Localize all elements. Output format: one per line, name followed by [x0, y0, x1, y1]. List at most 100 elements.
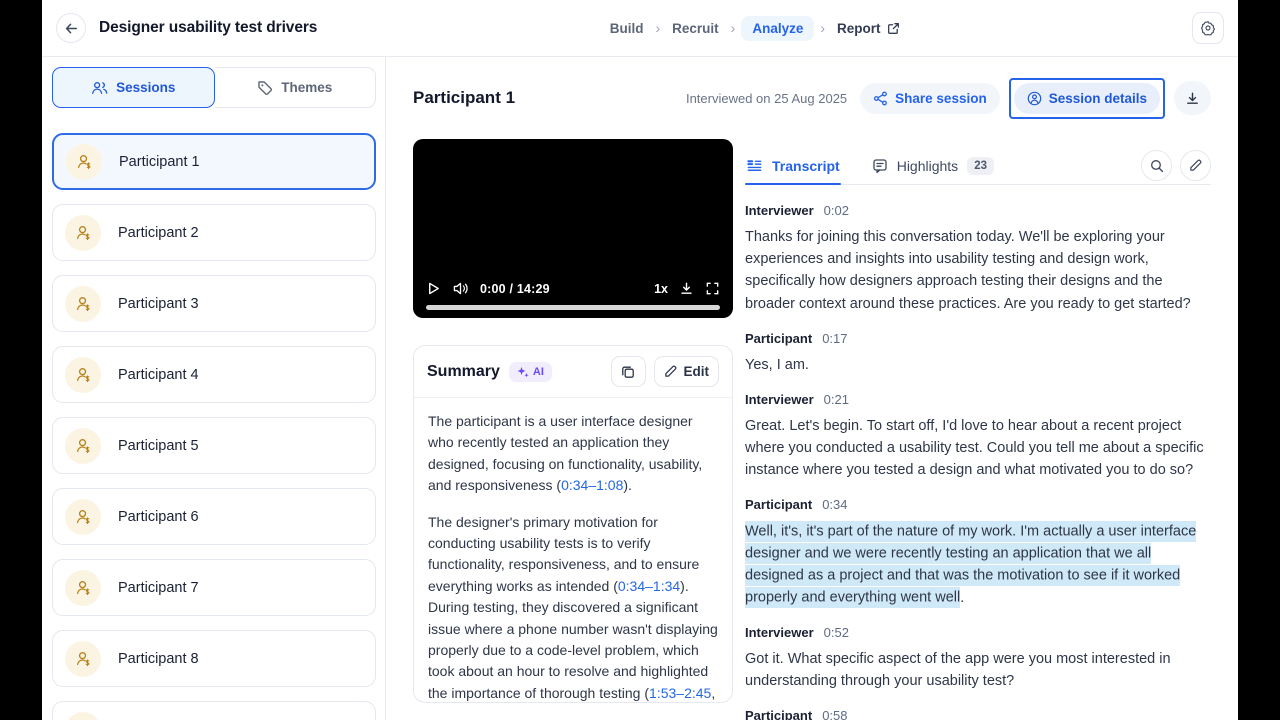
transcript-body: Interviewer 0:02 Thanks for joining this c… [745, 185, 1211, 720]
tab-transcript-label: Transcript [772, 157, 840, 174]
participant-dollar-icon [77, 155, 90, 170]
video-time: 0:00 / 14:29 [480, 281, 550, 296]
speaker-name: Participant [745, 330, 813, 346]
play-icon [429, 282, 439, 295]
session-item-participant-8[interactable]: Participant 8 [52, 630, 376, 687]
participant-avatar-icon [65, 569, 101, 606]
entry-timestamp[interactable]: 0:52 [824, 625, 849, 640]
transcript-entry: Participant 0:17 Yes, I am. [745, 331, 1211, 376]
transcript-entry-text[interactable]: Got it. What specific aspect of the app … [745, 648, 1211, 692]
session-item-participant-6[interactable]: Participant 6 [52, 488, 376, 545]
text-segment: , [711, 684, 716, 701]
speaker-name: Interviewer [745, 203, 814, 218]
session-item-participant-5[interactable]: Participant 5 [52, 417, 376, 474]
chevron-right-icon: › [730, 20, 736, 36]
sparkle-icon [517, 366, 529, 377]
people-icon [92, 81, 108, 94]
participant-name: Participant 7 [118, 579, 199, 596]
share-session-button[interactable]: Share session [860, 82, 1000, 114]
share-session-label: Share session [895, 90, 987, 106]
summary-paragraph: The participant is a user interface desi… [428, 411, 718, 497]
tab-highlights[interactable]: Highlights 23 [871, 147, 995, 184]
text-segment: Got it. What specific aspect of the app … [745, 651, 1171, 690]
session-item-participant-7[interactable]: Participant 7 [52, 559, 376, 616]
timestamp-link[interactable]: 0:34–1:08 [561, 477, 623, 493]
breadcrumb-report[interactable]: Report [831, 16, 906, 41]
copy-summary-button[interactable] [610, 356, 646, 387]
page-title: Designer usability test drivers [99, 19, 318, 36]
tab-themes-label: Themes [281, 80, 333, 95]
transcript-entry-header: Interviewer 0:52 [745, 625, 1211, 640]
timestamp-link[interactable]: 1:53–2:45 [649, 685, 711, 701]
transcript-tabs: Transcript Highlights 23 [745, 147, 1211, 185]
session-details-button[interactable]: Session details [1013, 82, 1160, 114]
session-item-participant-3[interactable]: Participant 3 [52, 275, 376, 332]
transcript-entry-header: Participant 0:17 [745, 331, 1211, 346]
gear-icon [1201, 21, 1215, 36]
breadcrumb-build[interactable]: Build [604, 16, 650, 41]
volume-icon [453, 282, 468, 295]
speaker-name: Participant [745, 708, 813, 720]
settings-button[interactable] [1192, 12, 1224, 44]
back-button[interactable] [56, 13, 86, 43]
summary-text: The participant is a user interface desi… [414, 398, 732, 702]
tab-sessions[interactable]: Sessions [52, 67, 215, 108]
tab-themes[interactable]: Themes [214, 67, 376, 108]
participant-list: Participant 1 Participant 2 Participant 3 P… [52, 133, 376, 720]
transcript-entry-header: Participant 0:58 [745, 708, 1211, 720]
participant-avatar-icon [65, 711, 101, 720]
transcript-entry-text[interactable]: Great. Let's begin. To start off, I'd lo… [745, 415, 1211, 482]
fullscreen-icon [706, 282, 719, 295]
session-item-participant-2[interactable]: Participant 2 [52, 204, 376, 261]
main-panel: Participant 1 Interviewed on 25 Aug 2025… [386, 57, 1238, 720]
video-download-button[interactable] [679, 281, 694, 296]
edit-summary-button[interactable]: Edit [653, 356, 719, 387]
session-item-participant-1[interactable]: Participant 1 [52, 133, 376, 190]
entry-timestamp[interactable]: 0:21 [824, 392, 849, 407]
transcript-icon [747, 159, 762, 171]
participant-dollar-icon [76, 368, 89, 383]
edit-transcript-button[interactable] [1180, 150, 1211, 181]
session-item-participant-9[interactable]: Participant 9 [52, 701, 376, 720]
top-header: Designer usability test drivers Build › … [42, 0, 1238, 57]
video-player[interactable]: 0:00 / 14:29 1x [413, 139, 733, 318]
download-icon [1187, 92, 1198, 104]
timestamp-link[interactable]: 0:34–1:34 [618, 578, 680, 594]
transcript-entry: Interviewer 0:52 Got it. What specific asp… [745, 625, 1211, 692]
breadcrumb-analyze[interactable]: Analyze [741, 15, 815, 41]
transcript-entry: Participant0:58Just basic function and u… [745, 708, 1211, 720]
participant-dollar-icon [76, 510, 89, 525]
session-item-participant-4[interactable]: Participant 4 [52, 346, 376, 403]
entry-timestamp[interactable]: 0:02 [824, 203, 849, 218]
volume-button[interactable] [452, 281, 469, 296]
session-title: Participant 1 [413, 88, 516, 107]
participant-name: Participant 3 [118, 295, 199, 312]
tab-highlights-label: Highlights [896, 157, 959, 174]
download-session-button[interactable] [1174, 81, 1211, 115]
breadcrumb-recruit[interactable]: Recruit [666, 16, 725, 41]
entry-timestamp[interactable]: 0:34 [822, 497, 847, 512]
participant-dollar-icon [76, 439, 89, 454]
play-button[interactable] [426, 281, 441, 296]
video-progress-bar[interactable] [426, 305, 720, 310]
speaker-name: Participant [745, 497, 813, 513]
transcript-entry-text[interactable]: Yes, I am. [745, 354, 1211, 376]
highlights-count-badge: 23 [967, 156, 994, 175]
entry-timestamp[interactable]: 0:58 [822, 708, 847, 720]
transcript-entry-text[interactable]: Thanks for joining this conversation tod… [745, 226, 1211, 315]
participant-dollar-icon [76, 226, 89, 241]
playback-speed-button[interactable]: 1x [654, 282, 668, 296]
transcript-entry-header: Interviewer 0:02 [745, 203, 1211, 218]
external-link-icon [887, 22, 899, 34]
transcript-entry-text[interactable]: Well, it's, it's part of the nature of m… [745, 520, 1211, 609]
fullscreen-button[interactable] [705, 281, 720, 296]
participant-avatar-icon [65, 498, 101, 535]
search-transcript-button[interactable] [1141, 150, 1172, 181]
tab-transcript[interactable]: Transcript [745, 147, 841, 185]
transcript-entry-header: Interviewer 0:21 [745, 392, 1211, 407]
entry-timestamp[interactable]: 0:17 [822, 331, 847, 346]
person-circle-icon [1027, 91, 1041, 105]
interviewed-date: Interviewed on 25 Aug 2025 [685, 90, 848, 106]
transcript-entry: Interviewer 0:02 Thanks for joining this c… [745, 203, 1211, 315]
text-segment: Great. Let's begin. To start off, I'd lo… [745, 417, 1204, 479]
